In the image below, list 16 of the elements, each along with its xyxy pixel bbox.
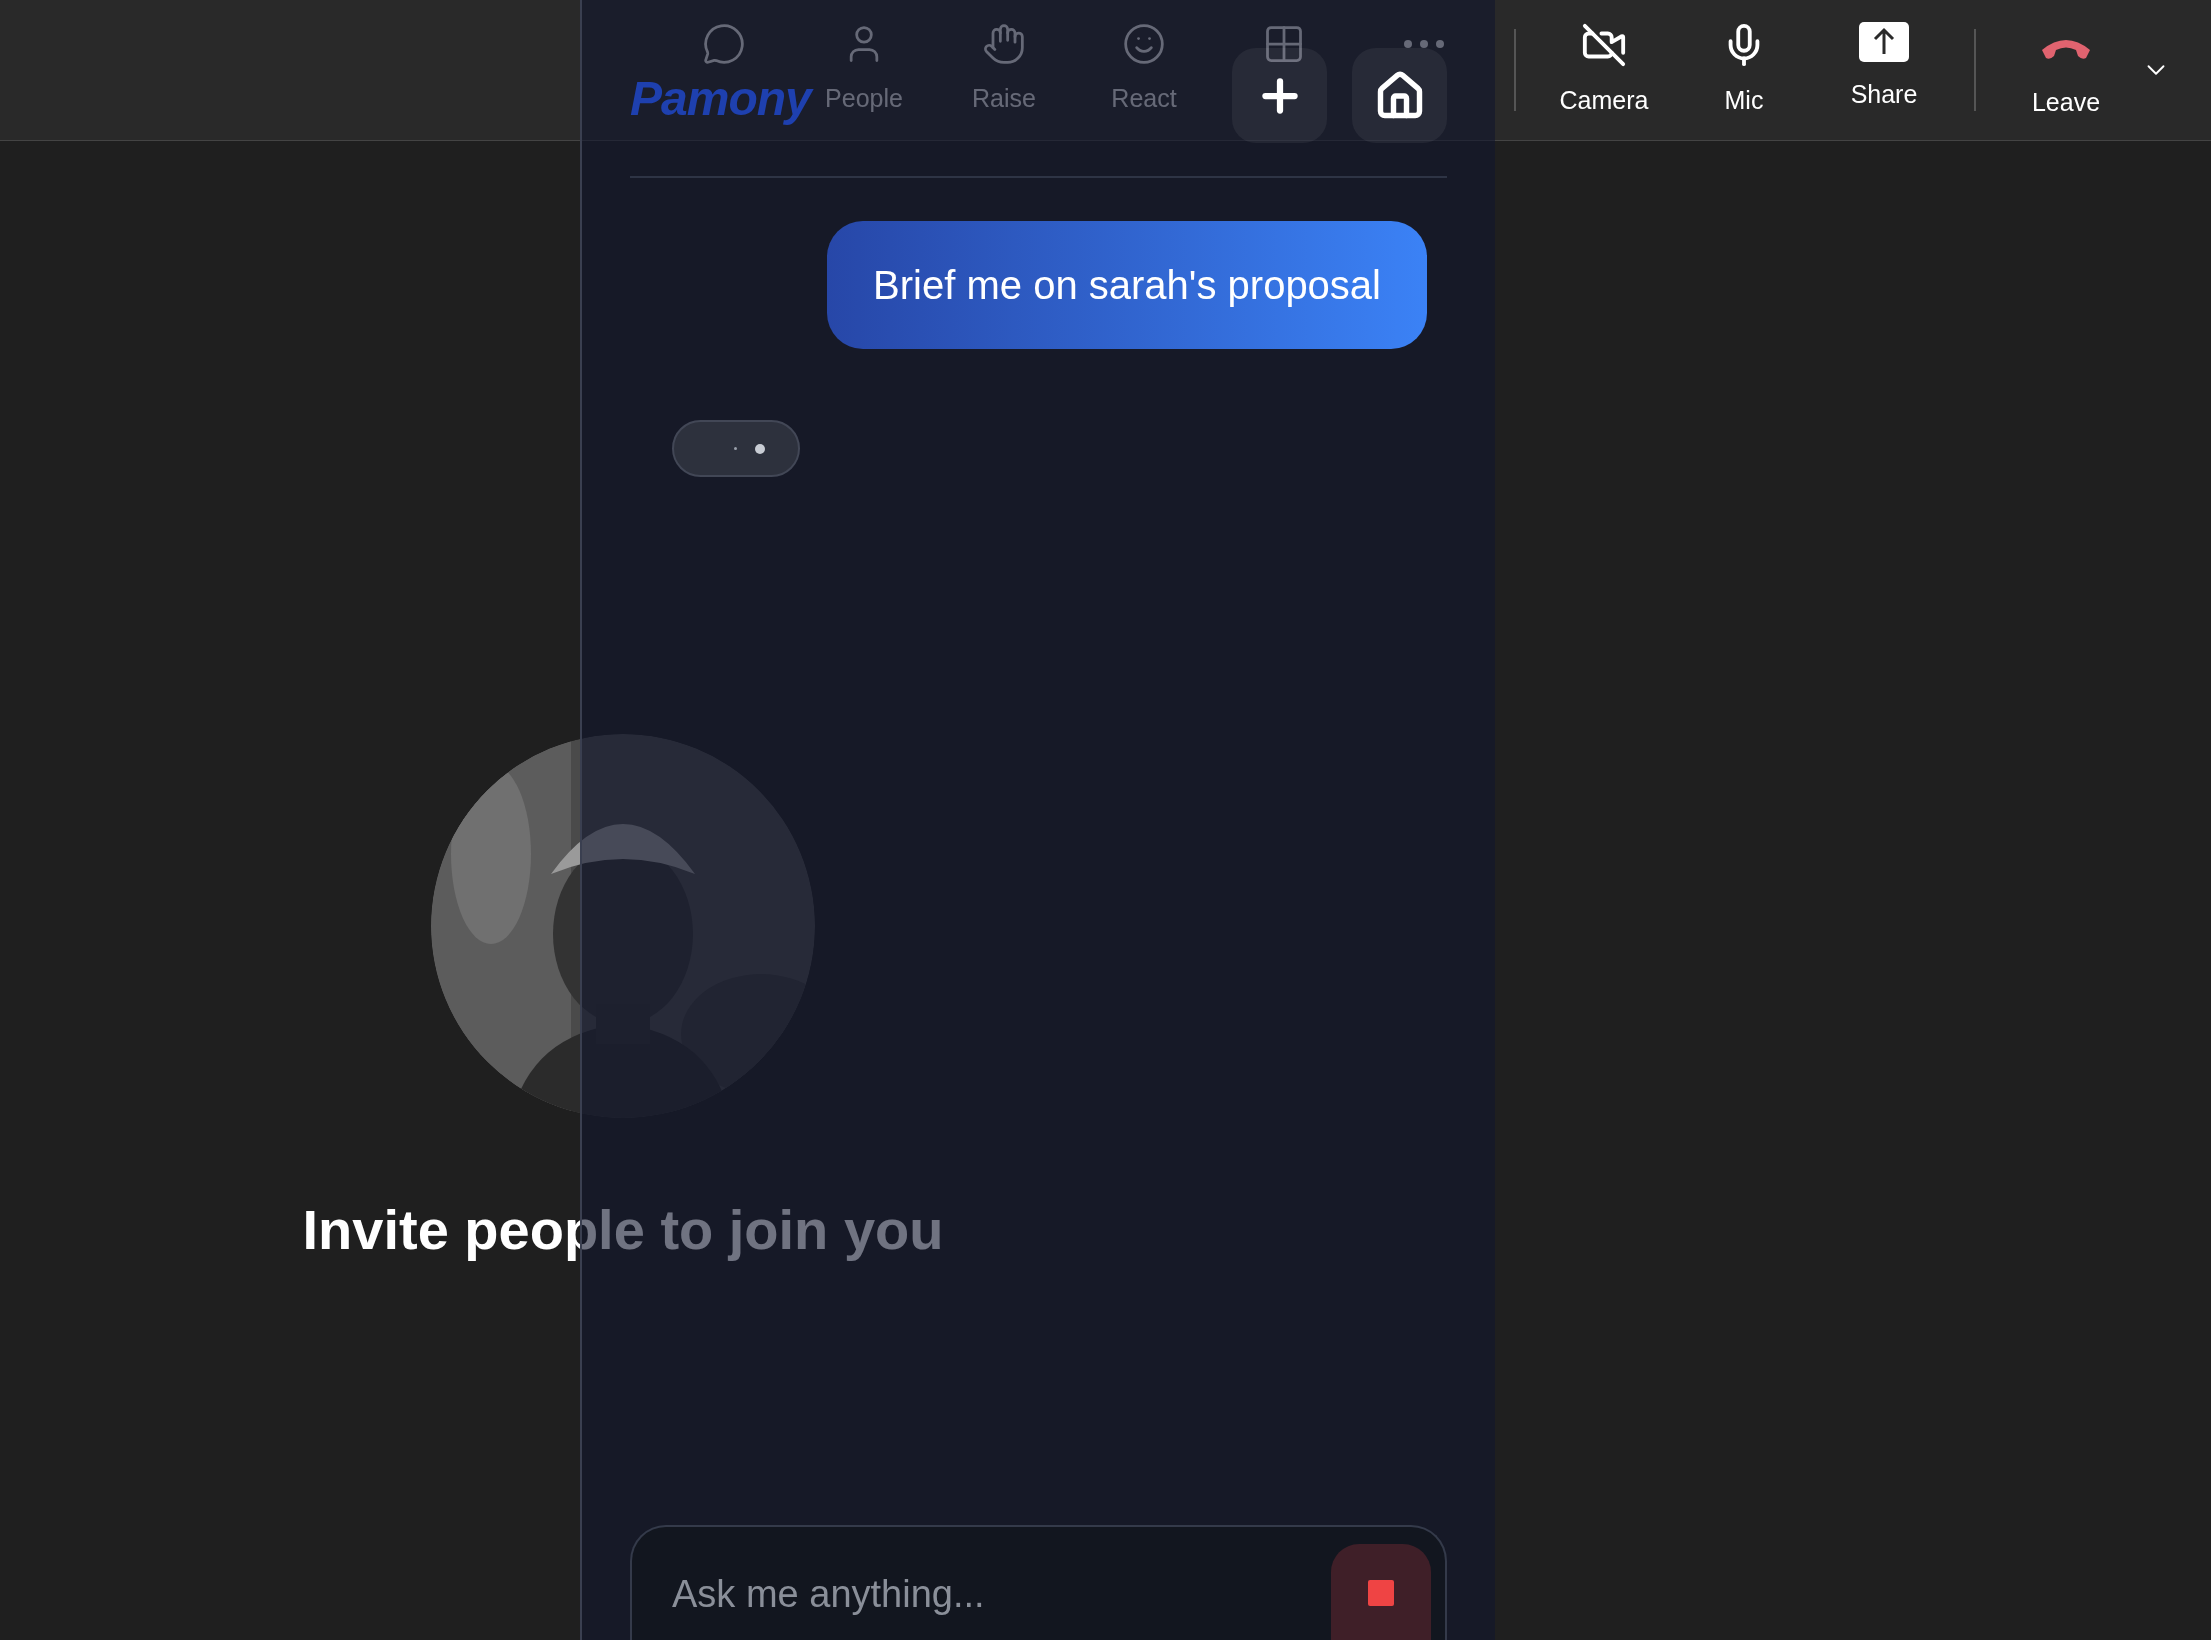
chat-input[interactable]: Ask me anything... <box>630 1525 1447 1640</box>
chat-icon <box>702 22 746 66</box>
home-button[interactable] <box>1352 48 1447 143</box>
smiley-icon <box>1122 22 1166 66</box>
more-icon <box>1404 40 1444 48</box>
message-bubble: Brief me on sarah's proposal <box>827 221 1427 349</box>
stop-button[interactable] <box>1331 1544 1431 1640</box>
leave-button[interactable]: Leave <box>1996 0 2136 140</box>
ask-input[interactable]: Ask me anything... <box>672 1554 1272 1634</box>
hand-icon <box>982 22 1026 66</box>
toolbar-button[interactable]: Share <box>1814 0 1954 140</box>
toolbar-button[interactable]: Camera <box>1534 0 1674 140</box>
new-chat-button[interactable] <box>1232 48 1327 143</box>
share-icon <box>1859 22 1909 62</box>
invite-text: Invite people to join you <box>302 1197 944 1263</box>
toolbar-button[interactable]: Mic <box>1674 0 1814 140</box>
